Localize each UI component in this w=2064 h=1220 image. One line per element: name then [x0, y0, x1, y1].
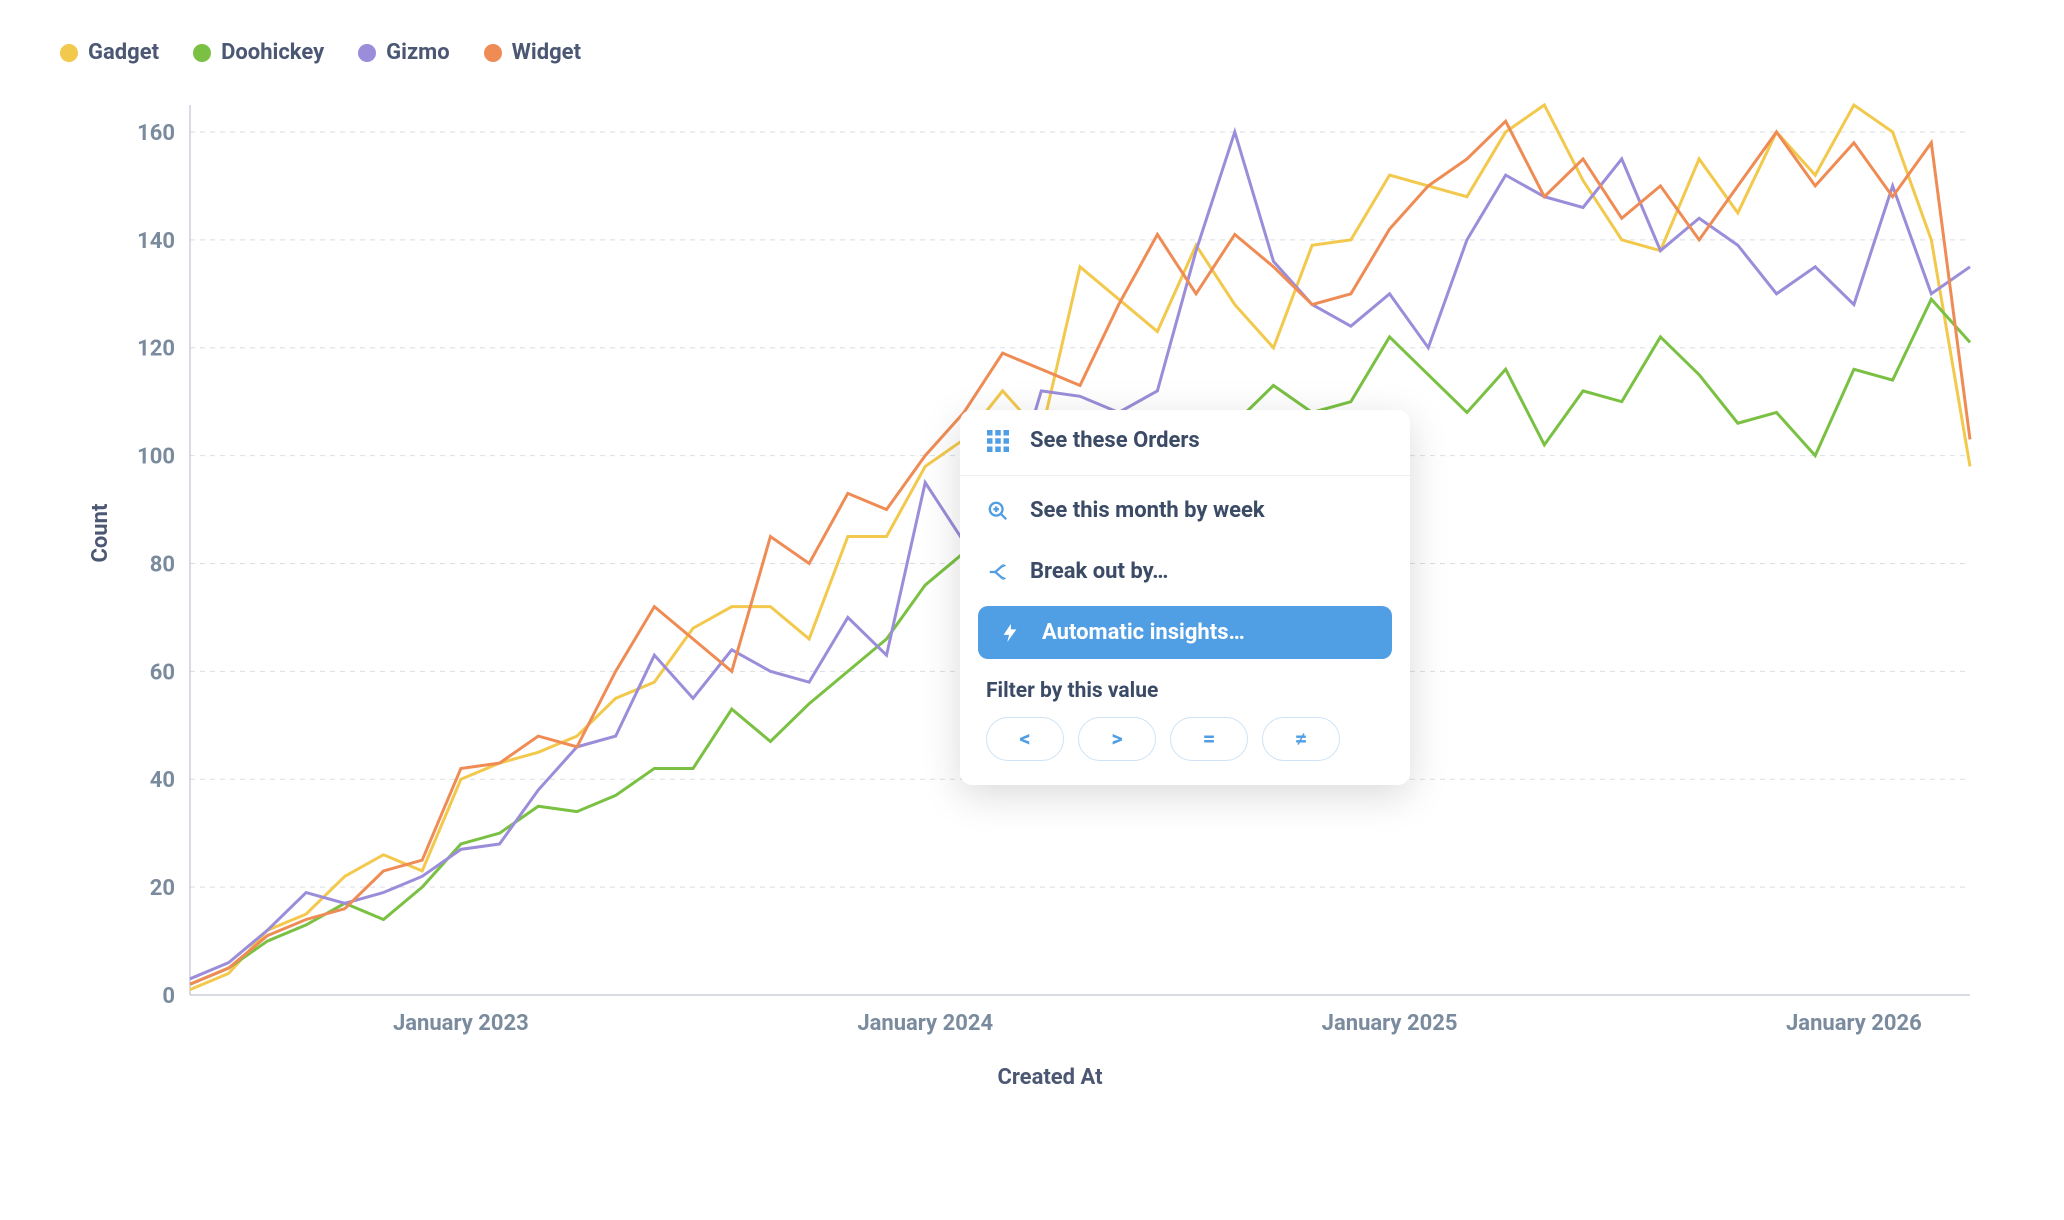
context-menu: See these Orders See this month by week … — [960, 410, 1410, 785]
filter-by-value-label: Filter by this value — [960, 673, 1410, 717]
chart-container: Gadget Doohickey Gizmo Widget Count 0 20 40 60… — [0, 0, 2064, 1220]
legend: Gadget Doohickey Gizmo Widget — [60, 40, 2004, 65]
menu-automatic-insights[interactable]: Automatic insights… — [978, 606, 1392, 659]
legend-swatch — [60, 44, 78, 62]
legend-item[interactable]: Gadget — [60, 40, 159, 65]
legend-swatch — [193, 44, 211, 62]
menu-break-out[interactable]: Break out by… — [960, 541, 1410, 602]
svg-text:40: 40 — [150, 768, 175, 793]
divider — [960, 475, 1410, 476]
svg-text:140: 140 — [137, 229, 175, 254]
legend-item[interactable]: Doohickey — [193, 40, 324, 65]
svg-text:120: 120 — [137, 337, 175, 362]
svg-text:0: 0 — [162, 984, 175, 1009]
svg-text:January 2026: January 2026 — [1786, 1011, 1922, 1036]
filter-op-button[interactable]: > — [1078, 717, 1156, 761]
legend-label: Doohickey — [221, 40, 324, 65]
legend-item[interactable]: Widget — [484, 40, 581, 65]
zoom-in-icon — [986, 499, 1010, 523]
split-icon — [986, 560, 1010, 584]
legend-swatch — [358, 44, 376, 62]
menu-see-orders[interactable]: See these Orders — [960, 410, 1410, 471]
bolt-icon — [998, 621, 1022, 645]
x-axis-label: Created At — [110, 1065, 1990, 1090]
filter-op-button[interactable]: ≠ — [1262, 717, 1340, 761]
menu-see-month-by-week[interactable]: See this month by week — [960, 480, 1410, 541]
svg-text:160: 160 — [137, 121, 175, 146]
legend-label: Widget — [512, 40, 581, 65]
legend-item[interactable]: Gizmo — [358, 40, 450, 65]
grid-icon — [986, 429, 1010, 453]
filter-op-button[interactable]: < — [986, 717, 1064, 761]
menu-label: Break out by… — [1030, 559, 1168, 584]
svg-text:January 2025: January 2025 — [1322, 1011, 1458, 1036]
svg-text:20: 20 — [150, 876, 175, 901]
svg-text:60: 60 — [150, 660, 175, 685]
svg-text:100: 100 — [137, 445, 175, 470]
filter-op-button[interactable]: = — [1170, 717, 1248, 761]
filter-operators: < > = ≠ — [960, 717, 1410, 761]
svg-text:80: 80 — [150, 552, 175, 577]
legend-swatch — [484, 44, 502, 62]
menu-label: See these Orders — [1030, 428, 1200, 453]
svg-text:January 2024: January 2024 — [857, 1011, 993, 1036]
legend-label: Gadget — [88, 40, 159, 65]
menu-label: See this month by week — [1030, 498, 1265, 523]
menu-label: Automatic insights… — [1042, 620, 1245, 645]
y-axis-label: Count — [88, 504, 113, 563]
legend-label: Gizmo — [386, 40, 450, 65]
svg-text:January 2023: January 2023 — [393, 1011, 529, 1036]
